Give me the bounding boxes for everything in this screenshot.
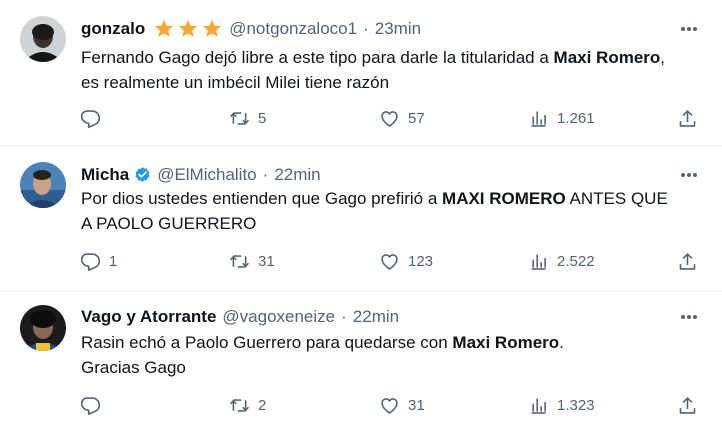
avatar[interactable] [20,16,66,62]
separator: · [363,19,369,38]
tweet-header: gonzalo @notgonzaloco1 · 23min [81,18,421,40]
share-button[interactable] [677,249,698,273]
separator: · [341,307,347,326]
more-icon [681,173,697,177]
star-icon [203,19,222,37]
share-button[interactable] [677,106,698,130]
retweet-count: 31 [258,252,275,270]
retweet-button[interactable]: 5 [229,106,266,130]
views-count: 1.261 [557,109,595,127]
reply-icon [80,396,101,415]
views-count: 1.323 [557,396,595,414]
retweet-count: 2 [258,396,267,414]
heart-icon [381,253,398,270]
verified-icon [135,166,150,182]
star-badge [153,18,225,40]
highlight-text: Maxi Romero [553,48,661,67]
avatar[interactable] [20,162,66,208]
retweet-button[interactable]: 2 [229,393,266,417]
more-options-button[interactable] [678,164,700,186]
views-icon [531,111,546,127]
action-bar: 2 31 1.323 [0,393,722,417]
timestamp[interactable]: 22min [274,165,320,185]
reply-button[interactable] [80,393,109,417]
avatar[interactable] [20,305,66,351]
display-name[interactable]: Vago y Atorrante [81,307,216,327]
display-name[interactable]: Micha [81,165,129,185]
retweet-icon [229,111,250,125]
views-icon [531,254,546,270]
like-button[interactable]: 57 [379,106,425,130]
heart-icon [381,110,398,127]
reply-icon [80,109,101,128]
star-icon [155,19,174,37]
tweet-text: Rasin echó a Paolo Guerrero para quedars… [81,330,681,380]
reply-button[interactable]: 1 [80,249,117,273]
text-segment: Por dios ustedes entienden que Gago pref… [81,189,443,208]
tweet-header: Vago y Atorrante @vagoxeneize · 22min [81,306,399,328]
like-button[interactable]: 31 [379,393,425,417]
highlight-text: MAXI ROMERO [442,189,566,208]
handle[interactable]: @notgonzaloco1 [229,19,357,39]
share-button[interactable] [677,393,698,417]
share-icon [679,396,696,414]
more-icon [681,315,697,319]
like-count: 31 [408,396,425,414]
views-icon [531,398,546,414]
retweet-icon [229,398,250,412]
more-options-button[interactable] [678,306,700,328]
text-segment: . [559,333,564,352]
like-count: 57 [408,109,425,127]
share-icon [679,252,696,270]
tweet[interactable]: Micha @ElMichalito · 22min Por dios uste… [0,145,722,291]
tweet[interactable]: gonzalo @notgonzaloco1 · 23min Fernando … [0,0,722,145]
reply-button[interactable] [80,106,109,130]
share-icon [679,109,696,127]
display-name[interactable]: gonzalo [81,19,145,39]
reply-icon [80,252,101,271]
retweet-count: 5 [258,109,267,127]
views-button[interactable]: 1.323 [528,393,595,417]
action-bar: 1 31 123 2.522 [0,249,722,273]
more-options-button[interactable] [678,18,700,40]
timestamp[interactable]: 23min [375,19,421,39]
timestamp[interactable]: 22min [353,307,399,327]
tweet-text: Por dios ustedes entienden que Gago pref… [81,186,681,236]
more-icon [681,27,697,31]
views-button[interactable]: 2.522 [528,249,595,273]
action-bar: 5 57 1.261 [0,106,722,130]
views-button[interactable]: 1.261 [528,106,595,130]
reply-count: 1 [109,252,118,270]
tweet-text: Fernando Gago dejó libre a este tipo par… [81,45,681,95]
handle[interactable]: @vagoxeneize [222,307,335,327]
tweet[interactable]: Vago y Atorrante @vagoxeneize · 22min Ra… [0,291,722,428]
heart-icon [381,397,398,414]
like-button[interactable]: 123 [379,249,433,273]
views-count: 2.522 [557,252,595,270]
text-segment: Fernando Gago dejó libre a este tipo par… [81,48,554,67]
tweet-header: Micha @ElMichalito · 22min [81,164,321,186]
retweet-button[interactable]: 31 [229,249,275,273]
separator: · [262,165,269,184]
text-segment: Rasin echó a Paolo Guerrero para quedars… [81,333,453,352]
retweet-icon [229,254,250,268]
text-segment: Gracias Gago [81,358,186,377]
like-count: 123 [408,252,434,270]
highlight-text: Maxi Romero [452,333,560,352]
star-icon [179,19,198,37]
handle[interactable]: @ElMichalito [157,165,256,185]
